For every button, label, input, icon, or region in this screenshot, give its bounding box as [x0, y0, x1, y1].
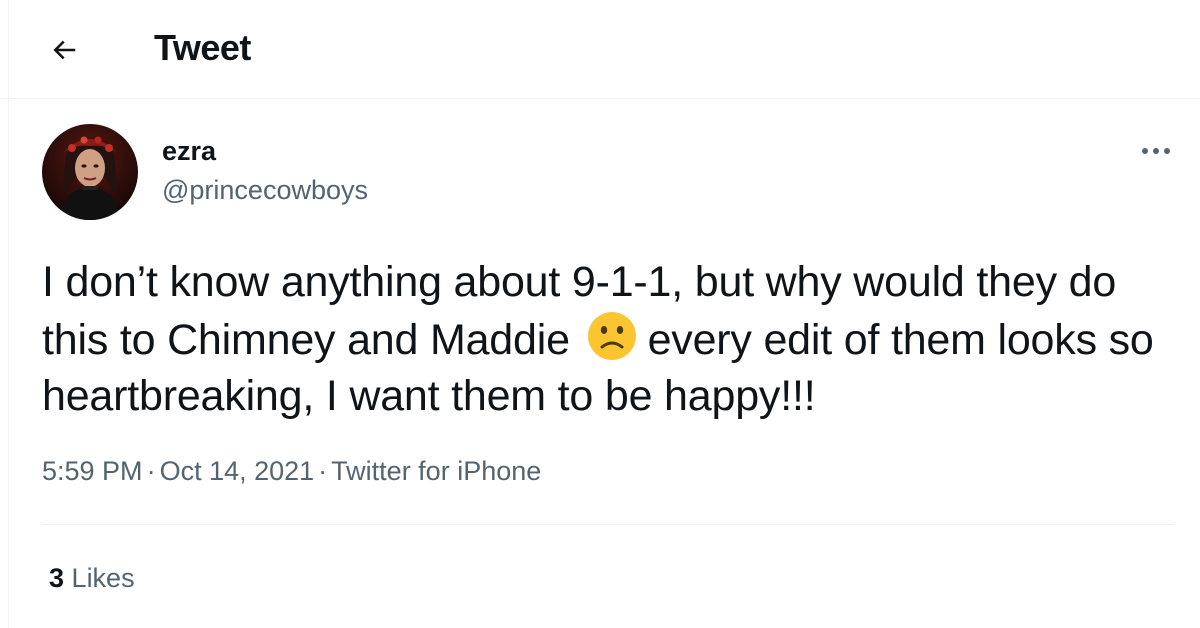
top-header: Tweet [0, 0, 1200, 99]
tweet-text: I don’t know anything about 9-1-1, but w… [42, 254, 1182, 424]
back-button[interactable] [42, 28, 86, 72]
tweet-date[interactable]: Oct 14, 2021 [160, 456, 315, 486]
avatar[interactable] [42, 124, 138, 220]
more-options-button[interactable] [1136, 136, 1176, 166]
likes-link[interactable]: 3 Likes [49, 562, 135, 594]
meta-separator: · [146, 456, 156, 486]
profile-photo [42, 124, 138, 220]
author-handle[interactable]: @princecowboys [162, 174, 368, 206]
page-title: Tweet [154, 27, 251, 68]
likes-label: Likes [71, 563, 135, 593]
divider [42, 524, 1174, 525]
more-dots-icon [1142, 148, 1170, 154]
meta-separator: · [318, 456, 328, 486]
likes-count: 3 [49, 563, 65, 593]
arrow-left-icon [53, 40, 76, 60]
author-display-name[interactable]: ezra [162, 135, 216, 167]
tweet-source[interactable]: Twitter for iPhone [331, 456, 541, 486]
tweet-meta: 5:59 PM · Oct 14, 2021 · Twitter for iPhone [42, 455, 541, 487]
slightly-frowning-face-emoji [586, 310, 638, 362]
tweet-time[interactable]: 5:59 PM [42, 456, 143, 486]
